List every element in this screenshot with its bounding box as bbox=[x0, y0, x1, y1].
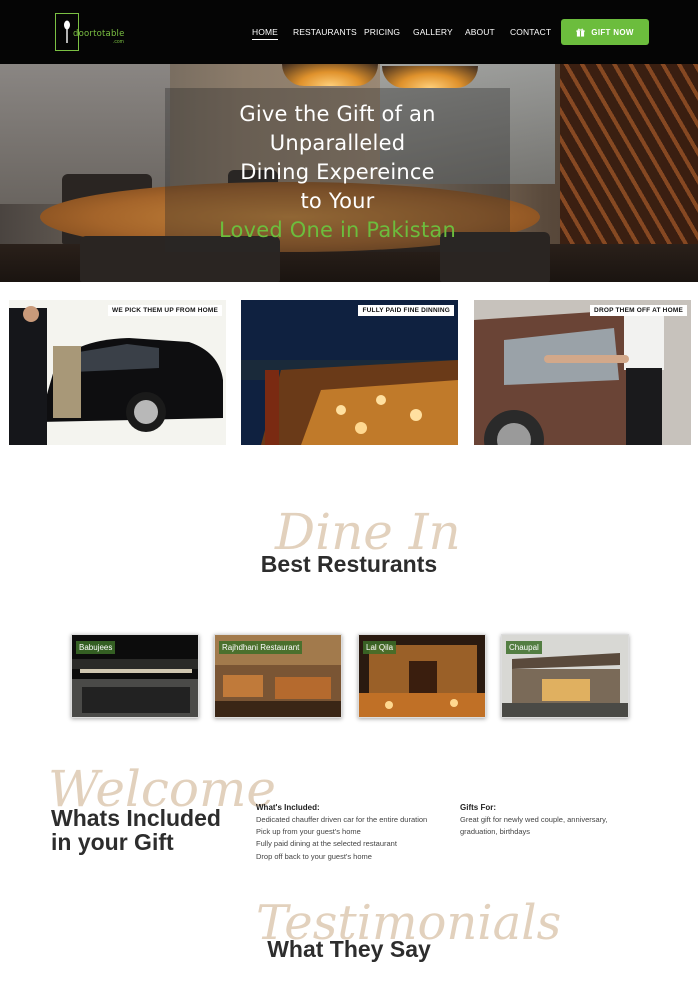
feature-label: DROP THEM OFF AT HOME bbox=[590, 305, 687, 316]
gift-now-label: GIFT NOW bbox=[591, 27, 634, 37]
included-item: Fully paid dining at the selected restau… bbox=[256, 839, 397, 848]
section-title-included: Whats Included in your Gift bbox=[51, 806, 221, 854]
nav-restaurants[interactable]: RESTAURANTS bbox=[293, 27, 357, 37]
gifts-for-item: Great gift for newly wed couple, anniver… bbox=[460, 815, 608, 824]
nav-gallery[interactable]: GALLERY bbox=[413, 27, 453, 37]
gifts-for-heading: Gifts For: bbox=[460, 803, 496, 812]
included-item: Pick up from your guest's home bbox=[256, 827, 361, 836]
feature-pickup-image: WE PICK THEM UP FROM HOME bbox=[9, 300, 226, 445]
included-item: Dedicated chauffer driven car for the en… bbox=[256, 815, 428, 824]
feature-dropoff-image: DROP THEM OFF AT HOME bbox=[474, 300, 691, 445]
site-header: doortotable .com HOME RESTAURANTS PRICIN… bbox=[0, 0, 698, 64]
dining-scene bbox=[241, 300, 458, 445]
included-heading: What's Included: bbox=[256, 803, 320, 812]
nav-contact[interactable]: CONTACT bbox=[510, 27, 551, 37]
dropoff-scene bbox=[474, 300, 691, 445]
restaurant-card[interactable]: Lal Qila bbox=[358, 634, 486, 718]
hero-line: Give the Gift of an bbox=[239, 102, 436, 126]
gift-icon bbox=[576, 28, 585, 37]
section-title-restaurants: Best Resturants bbox=[260, 551, 438, 577]
section-title-testimonials: What They Say bbox=[267, 936, 431, 962]
restaurant-card[interactable]: Babujees bbox=[71, 634, 199, 718]
nav-about[interactable]: ABOUT bbox=[465, 27, 495, 37]
hero-line: to Your bbox=[300, 189, 375, 213]
feature-label: WE PICK THEM UP FROM HOME bbox=[108, 305, 222, 316]
pickup-scene bbox=[9, 300, 226, 445]
feature-label: FULLY PAID FINE DINNING bbox=[358, 305, 454, 316]
restaurant-card[interactable]: Chaupal bbox=[501, 634, 629, 718]
hero-lamp bbox=[382, 66, 478, 88]
hero-lamp bbox=[282, 64, 378, 86]
gifts-for-item: graduation, birthdays bbox=[460, 827, 531, 836]
section-title-line: in your Gift bbox=[51, 829, 174, 855]
nav-pricing[interactable]: PRICING bbox=[364, 27, 400, 37]
restaurant-name: Babujees bbox=[76, 641, 116, 654]
included-item: Drop off back to your guest's home bbox=[256, 852, 372, 861]
restaurant-name: Chaupal bbox=[506, 641, 542, 654]
section-title-line: Whats Included bbox=[51, 805, 221, 831]
hero-line-highlight: Loved One in Pakistan bbox=[219, 218, 456, 242]
gift-now-button[interactable]: GIFT NOW bbox=[561, 19, 649, 45]
hero-line: Unparalleled bbox=[269, 131, 406, 155]
hero-line: Dining Expereince bbox=[240, 160, 435, 184]
restaurant-name: Rajhdhani Restaurant bbox=[219, 641, 303, 654]
hero-banner: Give the Gift of an Unparalleled Dining … bbox=[0, 64, 698, 282]
restaurant-name: Lal Qila bbox=[363, 641, 397, 654]
restaurant-card[interactable]: Rajhdhani Restaurant bbox=[214, 634, 342, 718]
feature-dining-image: FULLY PAID FINE DINNING bbox=[241, 300, 458, 445]
nav-home[interactable]: HOME bbox=[252, 27, 278, 40]
hero-headline: Give the Gift of an Unparalleled Dining … bbox=[165, 100, 510, 245]
